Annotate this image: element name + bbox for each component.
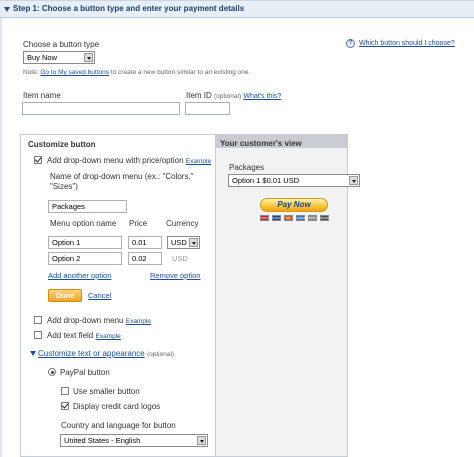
done-button[interactable]: Done xyxy=(48,289,82,302)
option-currency-select[interactable]: USD xyxy=(167,236,200,249)
option-name-input[interactable]: Option 2 xyxy=(48,252,122,265)
col-currency-header: Currency xyxy=(166,219,199,228)
step-header: Step 1: Choose a button type and enter y… xyxy=(0,0,474,18)
help-icon[interactable]: ? xyxy=(346,39,355,48)
add-dropdown-row: Add drop-down menu Example xyxy=(47,316,151,325)
item-id-optional: (optional) xyxy=(214,93,242,100)
which-button-link[interactable]: Which button should I choose? xyxy=(359,40,455,47)
saved-buttons-link[interactable]: Go to My saved buttons xyxy=(40,69,109,76)
add-dropdown-example-link[interactable]: Example xyxy=(126,318,151,325)
button-type-value: Buy Now xyxy=(27,53,58,62)
add-text-field-label: Add text field xyxy=(47,331,94,340)
whats-this-link[interactable]: What's this? xyxy=(243,93,281,100)
option-name-input[interactable]: Option 1 xyxy=(48,236,122,249)
customer-view-title: Your customer's view xyxy=(220,139,302,148)
chevron-down-icon[interactable] xyxy=(349,176,358,185)
left-rule xyxy=(0,18,2,457)
smaller-button-label: Use smaller button xyxy=(73,387,140,396)
add-text-field-checkbox[interactable] xyxy=(34,331,42,339)
item-id-label-group: Item ID (optional) What's this? xyxy=(186,91,281,100)
country-value: United States - English xyxy=(64,436,141,445)
button-type-label: Choose a button type xyxy=(23,40,100,49)
item-id-input[interactable] xyxy=(185,102,230,115)
smaller-button-checkbox[interactable] xyxy=(61,387,69,395)
dropdown-price-example-link[interactable]: Example xyxy=(186,158,211,165)
chevron-down-icon[interactable] xyxy=(189,238,198,247)
paypal-button-radio[interactable] xyxy=(48,368,56,376)
col-price-header: Price xyxy=(129,219,148,228)
remove-option-link[interactable]: Remove option xyxy=(150,271,200,280)
add-text-field-row: Add text field Example xyxy=(47,331,121,340)
credit-logos-label: Display credit card logos xyxy=(73,402,161,411)
chevron-down-icon[interactable] xyxy=(197,436,206,445)
item-id-label: Item ID xyxy=(186,91,212,100)
country-select[interactable]: United States - English xyxy=(60,434,208,447)
col-option-header: Menu option name xyxy=(50,219,117,228)
add-option-link[interactable]: Add another option xyxy=(48,271,111,280)
option-price-input[interactable]: 0.02 xyxy=(128,252,162,265)
button-type-select[interactable]: Buy Now xyxy=(23,51,95,64)
pay-now-button[interactable]: Pay Now xyxy=(260,198,328,212)
dropdown-price-row: Add drop-down menu with price/option Exa… xyxy=(47,156,211,165)
add-dropdown-checkbox[interactable] xyxy=(34,316,42,324)
visa-icon: VISA xyxy=(272,215,281,221)
menu-name-input[interactable]: Packages xyxy=(48,200,127,213)
country-label: Country and language for button xyxy=(61,421,176,430)
option-currency-value: USD xyxy=(171,238,187,247)
customize-text-row: Customize text or appearance (optional) xyxy=(38,349,174,358)
preview-packages-label: Packages xyxy=(229,163,265,172)
credit-card-logos: VISA VISA MC AMEX DISC BANK xyxy=(260,215,332,223)
expand-triangle-icon[interactable] xyxy=(30,351,36,356)
dropdown-price-checkbox[interactable] xyxy=(34,156,42,164)
mastercard-icon: MC xyxy=(284,215,293,221)
note-suffix: to create a new button similar to an exi… xyxy=(110,69,251,76)
note-prefix: Note: xyxy=(23,69,39,76)
preview-packages-value: Option 1 $0.01 USD xyxy=(232,176,300,185)
item-name-input[interactable] xyxy=(22,102,180,115)
cancel-link[interactable]: Cancel xyxy=(88,291,111,300)
step-title: Step 1: Choose a button type and enter y… xyxy=(13,4,245,13)
chevron-down-icon[interactable] xyxy=(84,53,93,62)
item-name-label: Item name xyxy=(23,91,61,100)
amex-icon: AMEX xyxy=(296,215,306,221)
preview-packages-select[interactable]: Option 1 $0.01 USD xyxy=(228,174,360,187)
saved-buttons-note: Note: Go to My saved buttons to create a… xyxy=(23,69,250,76)
add-dropdown-label: Add drop-down menu xyxy=(47,316,124,325)
option-price-input[interactable]: 0.01 xyxy=(128,236,162,249)
menu-name-label-2: "Sizes") xyxy=(50,182,78,191)
credit-card-icon: VISA xyxy=(260,215,269,221)
bank-icon: BANK xyxy=(320,215,330,221)
add-text-field-example-link[interactable]: Example xyxy=(95,333,120,340)
option-currency-static: USD xyxy=(172,254,188,263)
paypal-button-label: PayPal button xyxy=(60,368,110,377)
customize-text-optional: (optional) xyxy=(146,351,175,358)
collapse-triangle-icon[interactable] xyxy=(4,7,10,12)
customize-title: Customize button xyxy=(28,140,96,149)
menu-name-label-1: Name of drop-down menu (ex.: "Colors," xyxy=(50,172,194,181)
dropdown-price-label: Add drop-down menu with price/option xyxy=(47,156,184,165)
customize-text-link[interactable]: Customize text or appearance xyxy=(38,349,145,358)
credit-logos-checkbox[interactable] xyxy=(61,402,69,410)
discover-icon: DISC xyxy=(308,215,317,221)
